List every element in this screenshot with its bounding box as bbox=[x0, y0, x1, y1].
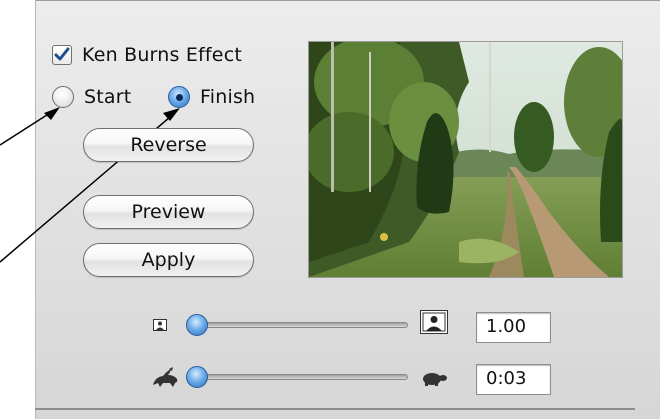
start-label: Start bbox=[84, 86, 132, 108]
photo-preview bbox=[308, 41, 623, 278]
duration-slider-thumb[interactable] bbox=[186, 366, 208, 388]
radio-selected-dot bbox=[175, 93, 183, 101]
rabbit-icon bbox=[153, 367, 178, 387]
small-photo-icon bbox=[153, 319, 167, 331]
ken-burns-checkbox-row[interactable]: Ken Burns Effect bbox=[52, 42, 242, 68]
start-radio[interactable] bbox=[52, 86, 74, 108]
ken-burns-checkbox[interactable] bbox=[52, 45, 72, 65]
photo-image bbox=[309, 42, 622, 277]
ken-burns-label: Ken Burns Effect bbox=[82, 44, 242, 66]
finish-label: Finish bbox=[200, 86, 256, 108]
panel-divider bbox=[35, 408, 635, 410]
duration-value-field[interactable]: 0:03 bbox=[476, 364, 551, 395]
zoom-slider-thumb[interactable] bbox=[186, 314, 208, 336]
zoom-slider-track[interactable] bbox=[190, 322, 408, 328]
reverse-button[interactable]: Reverse bbox=[83, 128, 254, 162]
duration-slider-track[interactable] bbox=[190, 374, 408, 380]
zoom-value-field[interactable]: 1.00 bbox=[476, 312, 551, 343]
start-radio-row[interactable]: Start bbox=[52, 84, 131, 110]
finish-radio[interactable] bbox=[168, 86, 190, 108]
finish-radio-row[interactable]: Finish bbox=[168, 84, 255, 110]
checkmark-icon bbox=[54, 47, 70, 61]
large-photo-icon bbox=[420, 310, 448, 334]
apply-button[interactable]: Apply bbox=[83, 243, 254, 277]
turtle-icon bbox=[423, 373, 447, 386]
preview-button[interactable]: Preview bbox=[83, 195, 254, 229]
